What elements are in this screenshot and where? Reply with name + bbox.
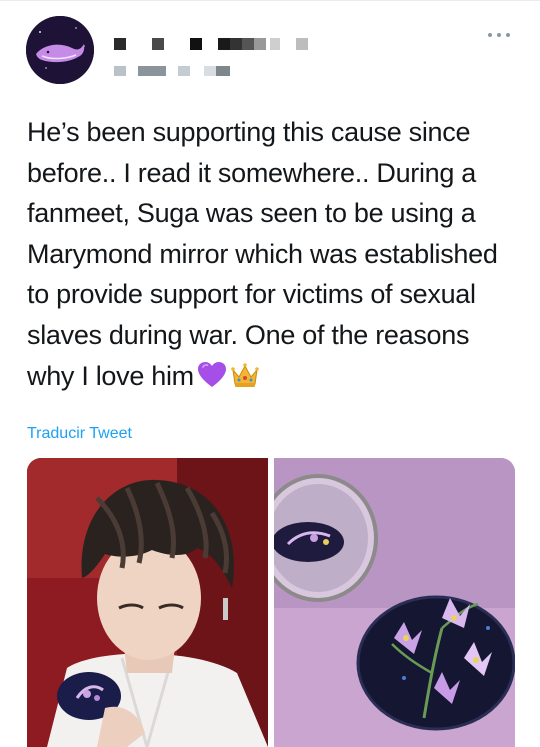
top-divider	[0, 0, 540, 1]
tweet-text: He’s been supporting this cause since be…	[27, 112, 517, 396]
dot	[488, 33, 492, 37]
user-handle-redacted[interactable]	[114, 66, 244, 76]
purple-heart-icon	[197, 361, 227, 389]
media-photo-2[interactable]	[274, 458, 515, 747]
dot	[497, 33, 501, 37]
more-options-icon[interactable]	[488, 30, 510, 40]
media-photo-1[interactable]	[27, 458, 268, 747]
display-name-redacted[interactable]	[114, 38, 314, 50]
user-avatar[interactable]	[26, 16, 94, 84]
marymond-mirror-photo	[274, 458, 515, 747]
tweet-body: He’s been supporting this cause since be…	[27, 117, 498, 391]
translate-tweet-link[interactable]: Traducir Tweet	[27, 425, 132, 443]
tweet-media-grid	[27, 458, 515, 747]
dot	[506, 33, 510, 37]
whale-icon	[26, 16, 94, 84]
crown-icon	[230, 361, 260, 389]
person-with-mirror-photo	[27, 458, 268, 747]
